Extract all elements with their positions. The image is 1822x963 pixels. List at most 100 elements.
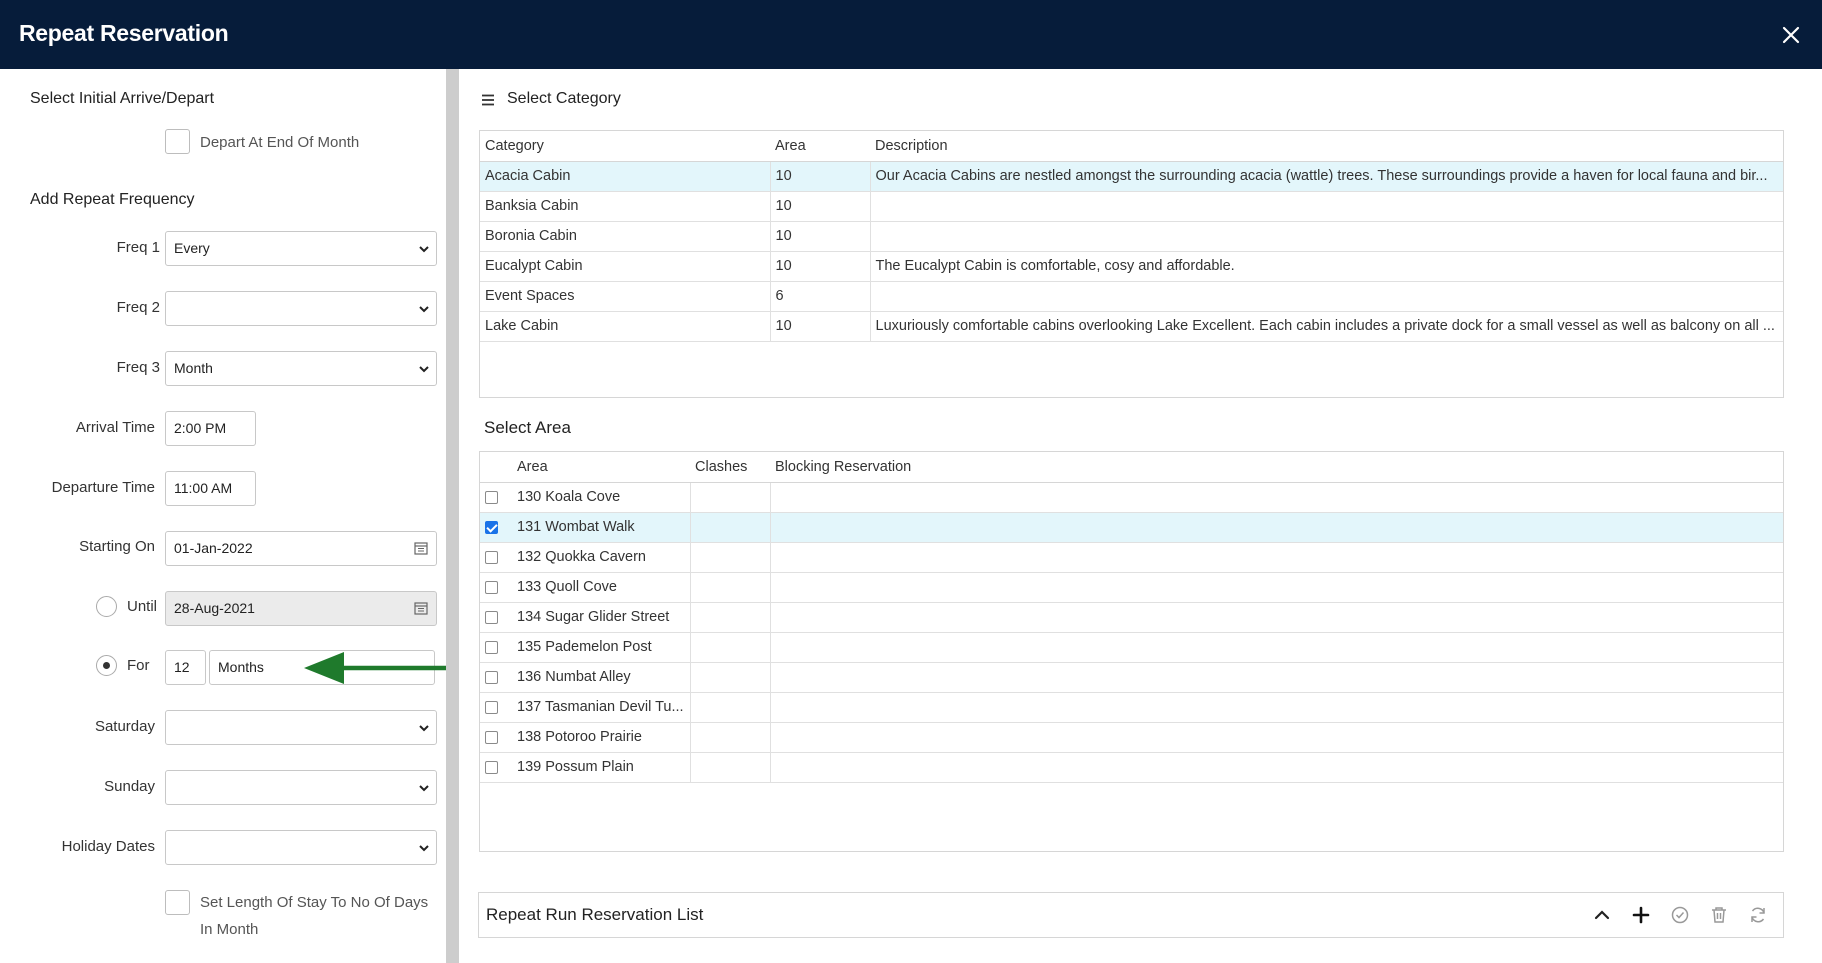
sunday-select[interactable]: [165, 770, 437, 805]
area-row[interactable]: 131 Wombat Walk: [480, 512, 1783, 543]
area-blocking-reservation: [770, 572, 1783, 603]
window-title: Repeat Reservation: [19, 20, 229, 46]
annotation-arrow: [304, 652, 455, 684]
close-icon[interactable]: [1778, 22, 1804, 48]
for-count-input[interactable]: 12: [165, 650, 206, 685]
area-row-checkbox[interactable]: [485, 730, 498, 744]
area-row-checkbox[interactable]: [485, 580, 498, 594]
freq1-value: Every: [174, 240, 210, 256]
saturday-label: Saturday: [94, 718, 155, 735]
area-name: 138 Potoroo Prairie: [512, 722, 691, 753]
category-description: [870, 221, 1783, 252]
initial-arrive-depart-heading: Select Initial Arrive/Depart: [30, 90, 215, 107]
area-row[interactable]: 138 Potoroo Prairie: [480, 722, 1783, 753]
area-row[interactable]: 135 Pademelon Post: [480, 632, 1783, 663]
area-row[interactable]: 137 Tasmanian Devil Tu...: [480, 692, 1783, 723]
area-row-checkbox[interactable]: [485, 700, 498, 714]
for-label: For: [127, 657, 150, 674]
repeat-frequency-heading: Add Repeat Frequency: [30, 191, 195, 208]
area-blocking-reservation: [770, 632, 1783, 663]
area-name: 132 Quokka Cavern: [512, 542, 691, 573]
category-grid: Category Area Description Acacia Cabin 1…: [479, 130, 1784, 398]
area-row-checkbox[interactable]: [485, 490, 498, 504]
chevron-down-icon: [419, 845, 429, 852]
freq3-select[interactable]: Month: [165, 351, 437, 386]
area-row-checkbox[interactable]: [485, 550, 498, 564]
area-row[interactable]: 133 Quoll Cove: [480, 572, 1783, 603]
area-name: 131 Wombat Walk: [512, 512, 691, 543]
area-clashes: [690, 602, 771, 633]
area-row[interactable]: 134 Sugar Glider Street: [480, 602, 1783, 633]
select-category-heading: Select Category: [507, 90, 621, 107]
chevron-down-icon: [419, 725, 429, 732]
freq3-value: Month: [174, 360, 213, 376]
area-row-checkbox[interactable]: [485, 610, 498, 624]
until-label: Until: [127, 598, 158, 615]
trash-icon[interactable]: [1708, 904, 1730, 926]
col-area-name[interactable]: Area: [512, 452, 690, 483]
category-row[interactable]: Boronia Cabin 10: [480, 221, 1783, 252]
area-clashes: [690, 752, 771, 783]
saturday-select[interactable]: [165, 710, 437, 745]
chevron-down-icon: [419, 246, 429, 253]
departure-time-input[interactable]: 11:00 AM: [165, 471, 256, 506]
category-row[interactable]: Banksia Cabin 10: [480, 191, 1783, 222]
select-area-heading: Select Area: [484, 418, 571, 437]
check-circle-icon[interactable]: [1669, 904, 1691, 926]
freq2-select[interactable]: [165, 291, 437, 326]
hamburger-menu-icon[interactable]: [481, 93, 495, 107]
area-row[interactable]: 132 Quokka Cavern: [480, 542, 1783, 573]
col-area[interactable]: Area: [770, 131, 870, 162]
category-name: Event Spaces: [480, 281, 771, 312]
chevron-down-icon: [419, 306, 429, 313]
area-row[interactable]: 130 Koala Cove: [480, 482, 1783, 513]
col-category[interactable]: Category: [480, 131, 770, 162]
category-row[interactable]: Lake Cabin 10 Luxuriously comfortable ca…: [480, 311, 1783, 342]
chevron-down-icon: [419, 785, 429, 792]
area-grid: Area Clashes Blocking Reservation 130 Ko…: [479, 451, 1784, 852]
category-area: 10: [770, 191, 871, 222]
col-blocking-reservation[interactable]: Blocking Reservation: [770, 452, 1783, 483]
area-row[interactable]: 139 Possum Plain: [480, 752, 1783, 783]
area-clashes: [690, 512, 771, 543]
departure-time-label: Departure Time: [51, 479, 155, 496]
starting-on-input[interactable]: 01-Jan-2022: [165, 531, 437, 566]
area-clashes: [690, 722, 771, 753]
category-name: Acacia Cabin: [480, 161, 771, 192]
freq1-select[interactable]: Every: [165, 231, 437, 266]
holiday-dates-select[interactable]: [165, 830, 437, 865]
sunday-label: Sunday: [104, 778, 155, 795]
area-row-checkbox[interactable]: [485, 520, 498, 534]
area-row[interactable]: 136 Numbat Alley: [480, 662, 1783, 693]
depart-end-month-checkbox[interactable]: [165, 129, 190, 154]
category-area: 10: [770, 251, 871, 282]
calendar-icon: [414, 602, 428, 615]
holiday-dates-label: Holiday Dates: [61, 838, 155, 855]
area-clashes: [690, 542, 771, 573]
set-length-checkbox[interactable]: [165, 890, 190, 915]
for-radio[interactable]: [96, 655, 117, 676]
until-radio[interactable]: [96, 596, 117, 617]
refresh-icon[interactable]: [1747, 904, 1769, 926]
panel-splitter[interactable]: [446, 69, 459, 963]
area-clashes: [690, 662, 771, 693]
chevron-down-icon: [419, 366, 429, 373]
plus-icon[interactable]: [1630, 904, 1652, 926]
category-name: Boronia Cabin: [480, 221, 771, 252]
col-description[interactable]: Description: [870, 131, 1783, 162]
chevron-up-icon[interactable]: [1591, 904, 1613, 926]
category-row[interactable]: Event Spaces 6: [480, 281, 1783, 312]
col-clashes[interactable]: Clashes: [690, 452, 770, 483]
category-row[interactable]: Eucalypt Cabin 10 The Eucalypt Cabin is …: [480, 251, 1783, 282]
area-blocking-reservation: [770, 482, 1783, 513]
arrival-time-input[interactable]: 2:00 PM: [165, 411, 256, 446]
area-row-checkbox[interactable]: [485, 640, 498, 654]
calendar-icon[interactable]: [414, 541, 428, 555]
set-length-label-line1: Set Length Of Stay To No Of Days: [200, 894, 429, 911]
area-row-checkbox[interactable]: [485, 760, 498, 774]
category-row[interactable]: Acacia Cabin 10 Our Acacia Cabins are ne…: [480, 161, 1783, 192]
area-name: 130 Koala Cove: [512, 482, 691, 513]
until-date-input: 28-Aug-2021: [165, 591, 437, 626]
area-row-checkbox[interactable]: [485, 670, 498, 684]
area-blocking-reservation: [770, 722, 1783, 753]
